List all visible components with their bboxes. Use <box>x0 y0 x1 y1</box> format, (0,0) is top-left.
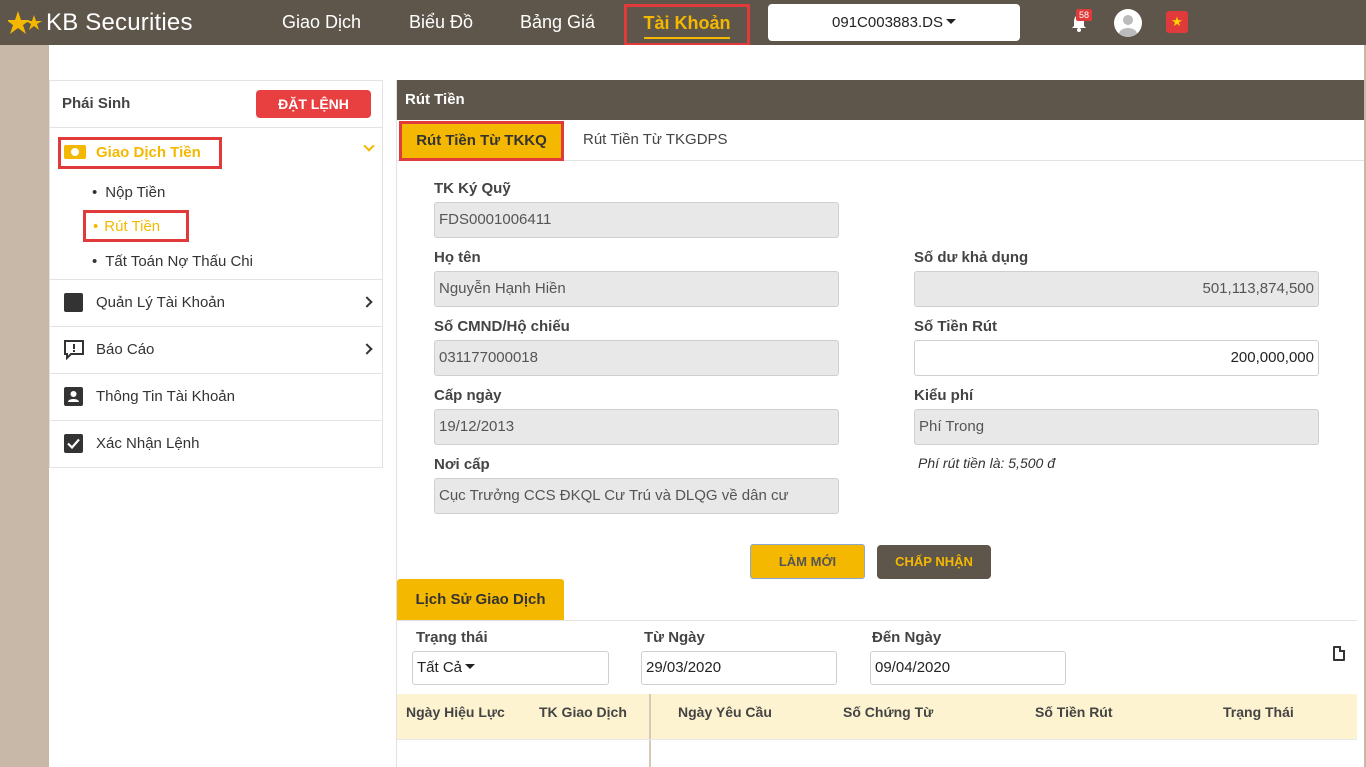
content-top-spacer <box>49 45 1364 81</box>
withdraw-amount-label: Số Tiền Rút <box>914 318 998 335</box>
available-balance-field: 501,113,874,500 <box>914 271 1319 307</box>
available-balance-label: Số dư khả dụng <box>914 249 1029 266</box>
status-filter-value: Tất Cả <box>417 659 463 676</box>
issue-place-field: Cục Trưởng CCS ĐKQL Cư Trú và DLQG về dâ… <box>434 478 839 514</box>
kb-star-icon <box>8 11 42 34</box>
from-date-label: Từ Ngày <box>644 629 705 646</box>
nav-bieu-do[interactable]: Biểu Đồ <box>409 0 473 45</box>
col-so-tien-rut[interactable]: Số Tiền Rút <box>1035 704 1113 720</box>
tab-transaction-history[interactable]: Lịch Sử Giao Dịch <box>397 579 564 621</box>
sidebar-item-label: Giao Dịch Tiền <box>96 144 201 161</box>
sidebar-item-label: Quản Lý Tài Khoản <box>96 294 225 311</box>
sidebar-group-money: Giao Dịch Tiền Nộp Tiền Rút Tiền Tất Toá… <box>50 128 382 280</box>
account-select[interactable]: 091C003883.DS <box>768 4 1020 41</box>
place-order-button[interactable]: ĐẶT LỆNH <box>256 90 371 118</box>
sidebar-item-label: Báo Cáo <box>96 341 155 358</box>
issue-place-label: Nơi cấp <box>434 456 490 473</box>
kb-logo[interactable]: KB Securities <box>8 8 193 38</box>
tab-rut-tien-tkgdps[interactable]: Rút Tiền Từ TKGDPS <box>583 131 728 148</box>
status-filter-label: Trạng thái <box>416 629 488 646</box>
sidebar-subitem-label: Rút Tiền <box>93 218 160 235</box>
vietnam-flag-icon[interactable]: ★ <box>1166 11 1188 33</box>
money-icon <box>64 145 86 159</box>
name-label: Họ tên <box>434 249 481 266</box>
tab-rut-tien-tkkq[interactable]: Rút Tiền Từ TKKQ <box>399 121 564 161</box>
refresh-button[interactable]: LÀM MỚI <box>750 544 865 579</box>
left-background-strip <box>0 45 49 767</box>
caret-down-icon <box>465 664 476 670</box>
from-date-input[interactable]: 29/03/2020 <box>641 651 837 685</box>
sidebar-subitem-rut-tien[interactable]: Rút Tiền <box>83 210 189 242</box>
nav-tai-khoan-label: Tài Khoản <box>643 13 731 33</box>
contact-card-icon <box>64 387 83 406</box>
checkbox-checked-icon <box>64 434 83 453</box>
history-divider <box>397 620 1357 621</box>
id-number-label: Số CMND/Hộ chiếu <box>434 318 570 335</box>
frozen-column-divider[interactable] <box>649 694 651 767</box>
chevron-right-icon <box>361 343 373 355</box>
sidebar-subitem-nop-tien[interactable]: Nộp Tiền <box>92 184 165 201</box>
user-avatar[interactable] <box>1114 9 1142 37</box>
issue-date-field: 19/12/2013 <box>434 409 839 445</box>
margin-account-label: TK Ký Quỹ <box>434 180 511 197</box>
chevron-down-icon[interactable] <box>363 140 375 152</box>
notification-badge: 58 <box>1076 9 1093 21</box>
col-ngay-hieu-luc[interactable]: Ngày Hiệu Lực <box>406 704 505 720</box>
issue-date-label: Cấp ngày <box>434 387 502 404</box>
fee-note: Phí rút tiền là: 5,500 đ <box>918 455 1055 471</box>
name-field: Nguyễn Hạnh Hiền <box>434 271 839 307</box>
sidebar-item-xac-nhan-lenh[interactable]: Xác Nhận Lệnh <box>50 420 382 467</box>
report-alert-icon <box>64 340 84 361</box>
top-navbar: KB Securities Giao Dịch Biểu Đồ Bảng Giá… <box>0 0 1366 46</box>
to-date-input[interactable]: 09/04/2020 <box>870 651 1066 685</box>
chevron-right-icon <box>361 296 373 308</box>
panel-title: Rút Tiền <box>397 80 1364 120</box>
id-number-field: 031177000018 <box>434 340 839 376</box>
nav-bang-gia[interactable]: Bảng Giá <box>520 0 595 45</box>
fee-type-label: Kiểu phí <box>914 387 974 404</box>
status-filter-select[interactable]: Tất Cả <box>412 651 609 685</box>
fee-type-field: Phí Trong <box>914 409 1319 445</box>
col-tk-giao-dich[interactable]: TK Giao Dịch <box>539 704 627 720</box>
history-table-header: Ngày Hiệu Lực TK Giao Dịch Ngày Yêu Cầu … <box>397 694 1357 739</box>
table-row-divider <box>397 739 1357 740</box>
col-ngay-yeu-cau[interactable]: Ngày Yêu Cầu <box>678 704 772 720</box>
sidebar-item-quan-ly-tai-khoan[interactable]: Quản Lý Tài Khoản <box>50 279 382 326</box>
sidebar-item-label: Xác Nhận Lệnh <box>96 435 200 452</box>
caret-down-icon <box>945 19 956 25</box>
user-icon <box>1119 15 1137 37</box>
nav-tai-khoan[interactable]: Tài Khoản <box>624 4 750 46</box>
col-trang-thai[interactable]: Trạng Thái <box>1223 704 1294 720</box>
account-number: 091C003883.DS <box>832 14 943 31</box>
nav-active-underline <box>644 37 730 39</box>
margin-account-field: FDS0001006411 <box>434 202 839 238</box>
nav-giao-dich[interactable]: Giao Dịch <box>282 0 361 45</box>
withdraw-tabs: Rút Tiền Từ TKKQ Rút Tiền Từ TKGDPS <box>397 120 1364 161</box>
sidebar-title[interactable]: Phái Sinh <box>62 95 130 112</box>
sidebar-header: Phái Sinh ĐẶT LỆNH <box>50 81 382 128</box>
brand-name: KB Securities <box>46 9 193 36</box>
sidebar-item-label: Thông Tin Tài Khoản <box>96 388 235 405</box>
withdraw-panel: Rút Tiền Rút Tiền Từ TKKQ Rút Tiền Từ TK… <box>396 80 1364 767</box>
accept-button[interactable]: CHẤP NHẬN <box>877 545 991 579</box>
pdf-export-icon[interactable] <box>1333 646 1345 661</box>
account-card-icon <box>64 293 83 312</box>
sidebar-item-bao-cao[interactable]: Báo Cáo <box>50 326 382 373</box>
sidebar-subitem-tat-toan[interactable]: Tất Toán Nợ Thấu Chi <box>92 253 253 270</box>
col-so-chung-tu[interactable]: Số Chứng Từ <box>843 704 933 720</box>
sidebar-item-thong-tin-tai-khoan[interactable]: Thông Tin Tài Khoản <box>50 373 382 420</box>
withdraw-amount-input[interactable]: 200,000,000 <box>914 340 1319 376</box>
to-date-label: Đến Ngày <box>872 629 942 646</box>
sidebar-item-giao-dich-tien[interactable]: Giao Dịch Tiền <box>58 137 222 169</box>
sidebar: Phái Sinh ĐẶT LỆNH Giao Dịch Tiền Nộp Ti… <box>49 80 383 468</box>
